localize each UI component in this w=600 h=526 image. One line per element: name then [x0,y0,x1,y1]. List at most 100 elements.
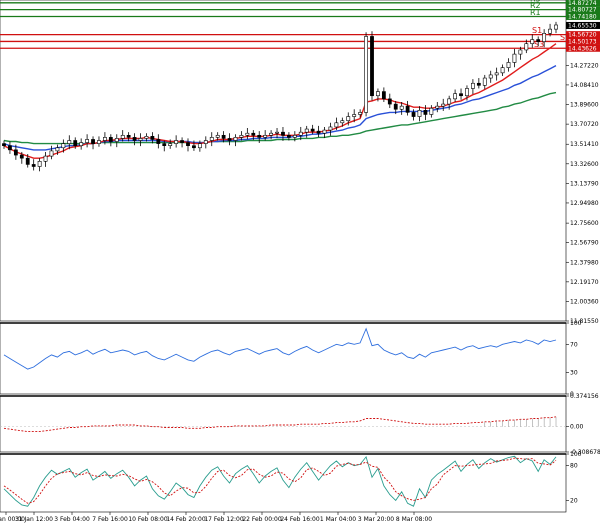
price-y-tick-label: 14.27220 [570,62,599,69]
candle-body [506,62,511,68]
candle-body [221,134,226,139]
candle-body [471,82,475,89]
candle-body [180,140,184,143]
candle-body [168,143,173,146]
candle-body [500,67,505,74]
candle-body [103,137,107,141]
candle-body [304,128,309,133]
level-label-s1: S1 [532,26,542,35]
chart-window: 14.27220 14.08410 13.89600 13.70720 13.51410… [0,0,600,526]
x-tick-label: 7 Feb 16:00 [92,516,128,523]
candle-body [209,137,214,141]
candle-body [399,105,404,110]
candle-body [233,137,238,141]
level-value-s3: 14.43626 [568,45,597,52]
x-tick-label: 22 Feb 00:00 [242,516,282,523]
candle-body [376,91,380,97]
level-value-r1: 14.74180 [568,13,597,20]
candle-body [73,140,78,146]
level-label-r1: R1 [530,8,541,17]
price-y-tick-label: 12.94980 [570,200,599,207]
oscillator-y-tick-label: 100 [570,320,582,327]
candle-body [162,143,167,146]
candle-body [97,140,101,144]
candle-body [132,137,137,141]
candle-body [138,138,143,141]
candle-body [453,93,457,100]
candle-body [417,110,422,117]
candle-body [19,154,24,159]
candle-body [435,105,440,109]
oscillator-y-tick-label: 100 [570,451,582,458]
candle-body [287,134,291,138]
candle-body [316,130,321,134]
candle-body [322,129,327,134]
price-y-tick-label: 12.37980 [570,259,599,266]
oscillator-panel-frame-2 [0,395,567,453]
candle-body [488,74,493,79]
candle-body [441,103,446,107]
candle-body [548,28,552,34]
candle-body [79,142,84,146]
price-y-tick-label: 12.19170 [570,279,599,286]
x-tick-label: 31 Jan 12:00 [15,516,53,523]
oscillator-y-tick-label: 30 [570,370,578,377]
candle-body [245,132,250,136]
candle-body [269,132,273,136]
candle-body [370,36,374,97]
candle-body [174,140,179,144]
price-y-tick-label: 13.32600 [570,161,599,168]
candle-body [2,143,6,146]
chart-svg: 14.27220 14.08410 13.89600 13.70720 13.51410… [0,0,600,523]
candle-body [530,39,535,45]
candle-body [334,122,339,128]
candle-body [239,134,244,138]
candle-body [494,72,499,76]
candle-body [126,134,131,138]
candle-body [381,91,386,100]
oscillator-panel-frame-1 [0,322,567,395]
x-tick-label: 17 Feb 12:00 [204,516,244,523]
candle-body [61,143,66,149]
candle-body [120,134,125,139]
candle-body [114,138,119,142]
candle-body [346,116,351,122]
candle-body [156,139,161,144]
price-y-tick-label: 13.70720 [570,121,599,128]
candle-body [263,134,268,138]
candle-body [340,120,345,124]
oscillator-y-tick-label: 0.374156 [570,393,599,400]
candle-body [144,136,149,139]
candle-body [281,131,285,136]
oscillator-y-tick-label: 70 [570,341,578,348]
candle-body [447,98,452,105]
current-price-value: 14.65530 [568,22,597,29]
candle-body [8,145,12,151]
candle-body [49,150,54,157]
candle-body [518,49,523,55]
candle-body [150,136,155,140]
candle-body [251,132,256,136]
price-y-tick-label: 12.75600 [570,220,599,227]
candle-body [554,24,558,30]
candle-body [203,140,208,144]
candle-body [298,131,303,136]
x-tick-label: 1 Mar 04:00 [320,516,356,523]
x-tick-label: 8 Mar 08:00 [396,516,432,523]
candle-body [37,161,42,167]
candle-body [275,131,279,134]
x-tick-label: 3 Mar 20:00 [358,516,394,523]
price-y-tick-label: 14.08410 [570,82,599,89]
candle-body [55,147,60,152]
price-y-tick-label: 13.13790 [570,180,599,187]
x-tick-label: 3 Feb 04:00 [54,516,90,523]
candle-body [405,105,410,113]
candle-body [524,43,529,51]
candle-body [91,139,95,144]
candle-body [197,143,202,149]
x-tick-label: 10 Feb 08:00 [128,516,168,523]
candle-body [25,157,30,165]
x-tick-label: 14 Feb 20:00 [166,516,206,523]
candle-body [459,93,463,97]
candle-body [512,53,517,63]
